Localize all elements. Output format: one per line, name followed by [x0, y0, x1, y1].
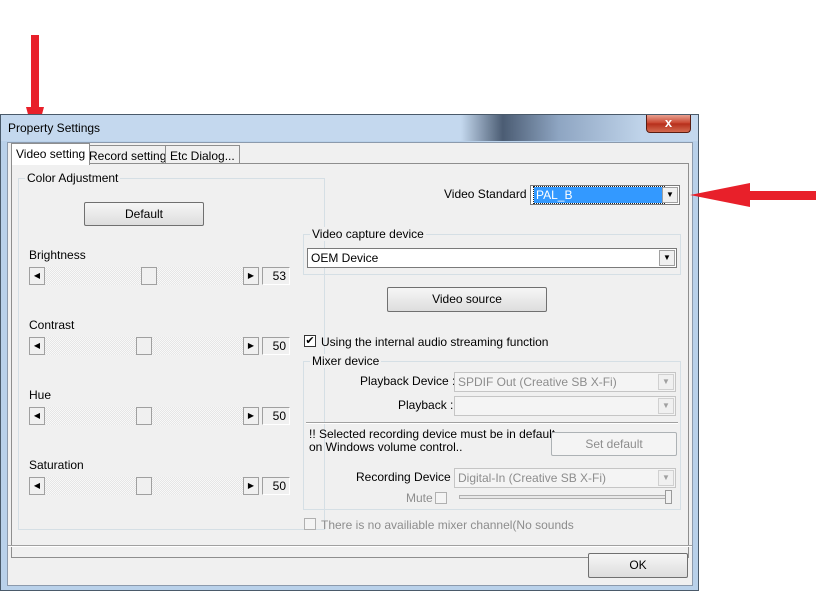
title-bar[interactable]: Property Settings x [1, 115, 698, 141]
color-adjustment-group: Color Adjustment Default Brightness ◀ ▶ 53 C… [18, 171, 325, 530]
hue-value: 50 [262, 407, 290, 425]
arrow-left-icon[interactable]: ◀ [29, 477, 45, 495]
video-source-button[interactable]: Video source [387, 287, 547, 312]
video-standard-value: PAL_B [533, 186, 665, 204]
slider-thumb[interactable] [136, 337, 152, 355]
arrow-right-icon[interactable]: ▶ [243, 407, 259, 425]
slider-thumb[interactable] [136, 407, 152, 425]
mixer-device-group: Mixer device Playback Device : SPDIF Out… [303, 354, 681, 510]
recording-volume-thumb[interactable] [665, 490, 672, 504]
recording-device-value: Digital-In (Creative SB X-Fi) [458, 471, 607, 485]
divider [306, 422, 678, 424]
audio-streaming-label: Using the internal audio streaming funct… [321, 335, 549, 349]
video-setting-panel: Color Adjustment Default Brightness ◀ ▶ 53 C… [11, 163, 689, 558]
video-capture-device-group: Video capture device OEM Device ▼ [303, 227, 681, 275]
group-legend: Mixer device [310, 354, 382, 368]
arrow-right-icon[interactable]: ▶ [243, 477, 259, 495]
tab-label: Record setting [89, 149, 167, 163]
video-standard-label: Video Standard : [444, 187, 534, 201]
close-button[interactable]: x [646, 115, 691, 133]
arrow-left-icon[interactable]: ◀ [29, 337, 45, 355]
dialog-client-area: Video setting Record setting Etc Dialog.… [7, 142, 693, 586]
playback-device-label: Playback Device : [360, 374, 456, 388]
group-legend: Color Adjustment [25, 171, 121, 185]
hue-slider[interactable]: ◀ ▶ [29, 407, 259, 425]
chevron-down-icon[interactable]: ▼ [662, 187, 678, 203]
chevron-down-icon[interactable]: ▼ [658, 470, 674, 486]
tab-record-setting[interactable]: Record setting [84, 145, 172, 165]
recording-device-label: Recording Device : [356, 470, 458, 484]
recording-volume-track[interactable] [459, 495, 669, 499]
brightness-value: 53 [262, 267, 290, 285]
audio-streaming-checkbox[interactable]: ✔ [304, 335, 316, 347]
brightness-label: Brightness [29, 248, 86, 262]
tab-label: Etc Dialog... [170, 149, 235, 163]
capture-device-select[interactable]: OEM Device ▼ [307, 248, 677, 268]
recording-device-select[interactable]: Digital-In (Creative SB X-Fi) ▼ [454, 468, 676, 488]
brightness-slider[interactable]: ◀ ▶ [29, 267, 259, 285]
tab-video-setting[interactable]: Video setting [11, 143, 91, 165]
saturation-label: Saturation [29, 458, 84, 472]
property-settings-window: Property Settings x Video setting Record… [0, 114, 699, 591]
mute-label: Mute [406, 491, 433, 505]
arrow-left-icon[interactable]: ◀ [29, 407, 45, 425]
hue-label: Hue [29, 388, 52, 402]
video-standard-select[interactable]: PAL_B ▼ [530, 185, 680, 205]
default-button[interactable]: Default [84, 202, 204, 226]
chevron-down-icon[interactable]: ▼ [658, 398, 674, 414]
recording-device-note: !! Selected recording device must be in … [309, 427, 556, 454]
playback-select[interactable]: ▼ [454, 396, 676, 416]
playback-label: Playback : [398, 398, 454, 412]
set-default-button[interactable]: Set default [551, 432, 677, 456]
saturation-slider[interactable]: ◀ ▶ [29, 477, 259, 495]
contrast-value: 50 [262, 337, 290, 355]
footer-divider [8, 545, 692, 547]
chevron-down-icon[interactable]: ▼ [658, 374, 674, 390]
close-icon: x [664, 115, 673, 130]
playback-device-value: SPDIF Out (Creative SB X-Fi) [458, 375, 617, 389]
mute-checkbox[interactable] [435, 492, 447, 504]
tab-etc-dialog[interactable]: Etc Dialog... [165, 145, 240, 165]
tab-label: Video setting [16, 147, 86, 161]
playback-device-select[interactable]: SPDIF Out (Creative SB X-Fi) ▼ [454, 372, 676, 392]
slider-thumb[interactable] [141, 267, 158, 285]
arrow-right-icon[interactable]: ▶ [243, 267, 259, 285]
no-mixer-label: There is no availiable mixer channel(No … [321, 518, 574, 532]
chevron-down-icon[interactable]: ▼ [659, 250, 675, 266]
contrast-slider[interactable]: ◀ ▶ [29, 337, 259, 355]
contrast-label: Contrast [29, 318, 75, 332]
group-legend: Video capture device [310, 227, 426, 241]
ok-button[interactable]: OK [588, 553, 688, 578]
annotation-arrow-left-icon [690, 183, 816, 207]
window-title: Property Settings [8, 121, 101, 135]
slider-thumb[interactable] [136, 477, 152, 495]
capture-device-value: OEM Device [311, 251, 379, 265]
arrow-right-icon[interactable]: ▶ [243, 337, 259, 355]
arrow-left-icon[interactable]: ◀ [29, 267, 45, 285]
no-mixer-checkbox[interactable] [304, 518, 316, 530]
saturation-value: 50 [262, 477, 290, 495]
